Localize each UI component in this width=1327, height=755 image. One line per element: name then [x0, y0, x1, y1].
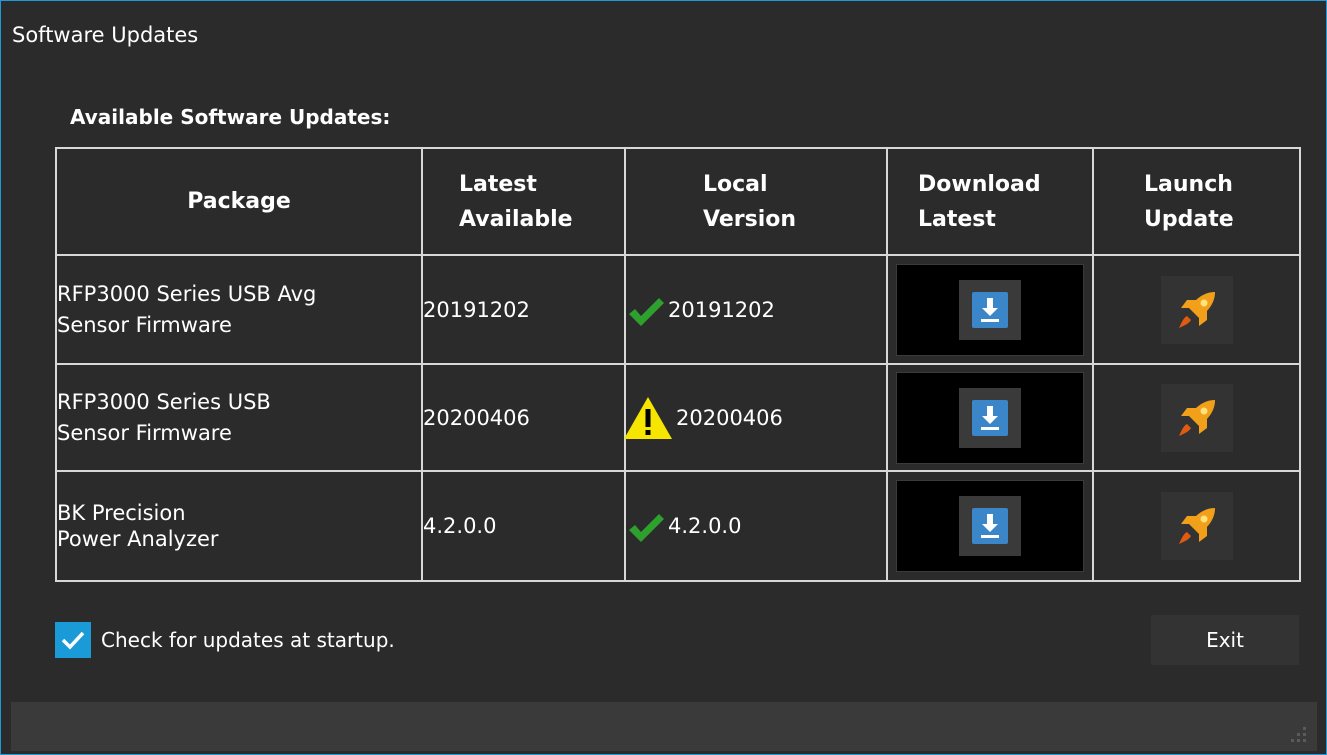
rocket-icon	[1178, 399, 1215, 436]
launch-update-button[interactable]	[1160, 275, 1233, 344]
download-button[interactable]	[896, 263, 1084, 356]
package-cell: RFP3000 Series USB Sensor Firmware	[55, 363, 423, 472]
package-name-line2: Power Analyzer	[57, 527, 219, 551]
launch-update-button[interactable]	[1160, 492, 1233, 560]
resize-grip-icon[interactable]	[1287, 723, 1307, 743]
download-cell	[886, 254, 1094, 365]
exit-button[interactable]: Exit	[1151, 615, 1299, 665]
header-latest-available: Latest Available	[421, 147, 626, 256]
package-name-line1: RFP3000 Series USB Avg	[57, 281, 317, 306]
header-latest-line1: Latest	[459, 171, 537, 197]
package-name-line1: BK Precision	[57, 501, 186, 525]
updates-table: Package Latest Available Local Version D…	[55, 147, 1301, 582]
rocket-icon	[1178, 508, 1215, 544]
table-row: RFP3000 Series USB Sensor Firmware 20200…	[55, 363, 1301, 472]
launch-cell	[1092, 470, 1301, 582]
table-header-row: Package Latest Available Local Version D…	[55, 147, 1301, 256]
header-launch-line2: Update	[1144, 206, 1234, 232]
status-bar	[11, 702, 1317, 751]
download-icon	[972, 508, 1008, 544]
download-cell	[886, 363, 1094, 472]
package-cell: RFP3000 Series USB Avg Sensor Firmware	[55, 254, 423, 365]
header-launch-line1: Launch	[1144, 171, 1233, 197]
local-version-value: 20191202	[668, 297, 775, 322]
window-title: Software Updates	[12, 23, 199, 47]
green-check-icon	[626, 506, 666, 546]
launch-update-button[interactable]	[1160, 383, 1233, 452]
header-package-label: Package	[187, 189, 291, 214]
header-download-latest: Download Latest	[886, 147, 1094, 256]
download-button[interactable]	[896, 480, 1084, 572]
download-icon	[972, 399, 1008, 436]
local-version-cell: 20200406	[622, 363, 888, 472]
package-name-line1: RFP3000 Series USB	[57, 389, 271, 414]
download-icon	[972, 291, 1008, 328]
rocket-icon	[1178, 291, 1215, 328]
local-version-cell: 20191202	[624, 254, 888, 365]
latest-available-cell: 20191202	[421, 254, 626, 365]
startup-check-label: Check for updates at startup.	[101, 628, 395, 652]
software-updates-window: Software Updates Available Software Upda…	[0, 0, 1327, 755]
section-title: Available Software Updates:	[70, 105, 391, 129]
green-check-icon	[626, 290, 666, 330]
package-name-line2: Sensor Firmware	[57, 420, 232, 445]
header-package: Package	[55, 147, 423, 256]
latest-available-cell: 20200406	[421, 363, 626, 472]
package-name-line2: Sensor Firmware	[57, 312, 232, 337]
table-row: RFP3000 Series USB Avg Sensor Firmware 2…	[55, 254, 1301, 365]
download-cell	[886, 470, 1094, 582]
header-launch-update: Launch Update	[1092, 147, 1301, 256]
header-local-line2: Version	[703, 206, 797, 232]
table-row: BK Precision Power Analyzer 4.2.0.0 4.2.…	[55, 470, 1301, 582]
header-download-line1: Download	[918, 171, 1041, 197]
launch-cell	[1092, 254, 1301, 365]
startup-checkbox[interactable]	[55, 622, 91, 658]
header-local-line1: Local	[703, 171, 768, 197]
launch-cell	[1092, 363, 1301, 472]
startup-check-option[interactable]: Check for updates at startup.	[55, 622, 395, 658]
local-version-value: 4.2.0.0	[668, 514, 742, 538]
warning-icon	[622, 395, 674, 441]
latest-available-cell: 4.2.0.0	[421, 470, 626, 582]
local-version-value: 20200406	[676, 405, 783, 430]
download-button[interactable]	[896, 371, 1084, 464]
header-latest-line2: Available	[459, 206, 573, 232]
checkmark-icon	[61, 631, 85, 650]
local-version-cell: 4.2.0.0	[624, 470, 888, 582]
header-local-version: Local Version	[624, 147, 888, 256]
header-download-line2: Latest	[918, 206, 996, 232]
package-cell: BK Precision Power Analyzer	[55, 470, 423, 582]
